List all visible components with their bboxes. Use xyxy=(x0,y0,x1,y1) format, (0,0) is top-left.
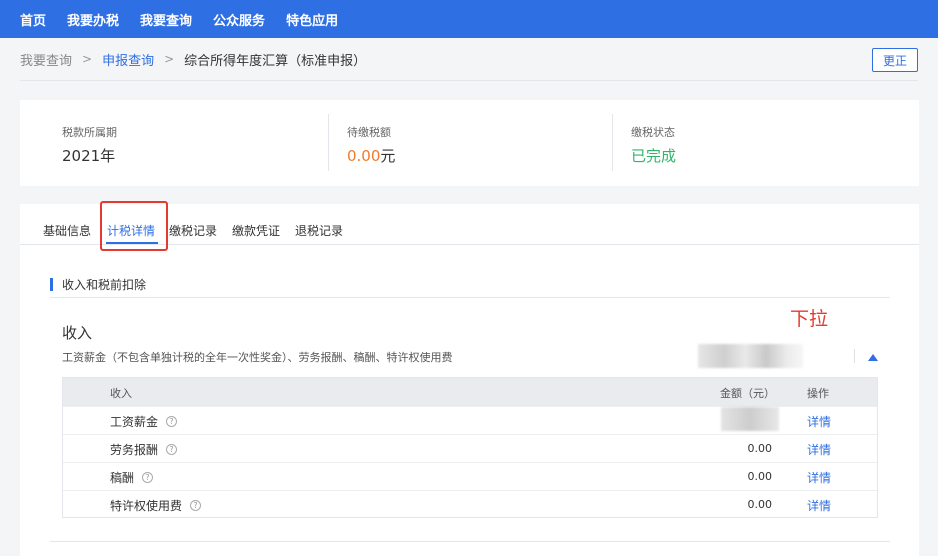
divider xyxy=(854,349,855,363)
detail-link[interactable]: 详情 xyxy=(807,441,831,458)
income-type-cell: 劳务报酬? xyxy=(110,441,178,458)
breadcrumb-item-query[interactable]: 我要查询 xyxy=(20,50,72,69)
help-icon[interactable]: ? xyxy=(166,416,178,427)
nav-item-tax-filing[interactable]: 我要办税 xyxy=(67,10,119,29)
scroll-down-annotation: 下拉 xyxy=(790,308,829,330)
summary-card: 税款所属期 2021年 待缴税额 0.00元 缴税状态 已完成 xyxy=(20,100,919,186)
section-marker xyxy=(50,278,53,291)
table-row: 工资薪金? 详情 xyxy=(63,406,877,434)
column-header-income: 收入 xyxy=(110,387,132,400)
divider xyxy=(50,541,890,542)
table-row: 劳务报酬? 0.00 详情 xyxy=(63,434,877,462)
divider xyxy=(612,114,613,171)
amount-cell: 0.00 xyxy=(747,498,773,511)
section-title: 收入和税前扣除 xyxy=(62,278,147,292)
nav-item-query[interactable]: 我要查询 xyxy=(140,10,192,29)
tax-due-label: 待缴税额 xyxy=(347,126,391,139)
breadcrumb-item-declaration-query[interactable]: 申报查询 xyxy=(102,50,154,69)
period-label: 税款所属期 xyxy=(62,126,117,139)
tab-basic-info[interactable]: 基础信息 xyxy=(43,222,91,239)
income-type-cell: 工资薪金? xyxy=(110,413,178,430)
nav-item-featured-apps[interactable]: 特色应用 xyxy=(286,10,338,29)
divider xyxy=(50,297,890,298)
chevron-right-icon: > xyxy=(164,52,175,66)
chevron-right-icon: > xyxy=(82,52,93,66)
tax-due-amount: 0.00 xyxy=(347,147,381,165)
income-type-label: 劳务报酬 xyxy=(110,443,159,457)
help-icon[interactable]: ? xyxy=(142,472,154,483)
tab-refund-records[interactable]: 退税记录 xyxy=(295,222,343,239)
detail-link[interactable]: 详情 xyxy=(807,469,831,486)
detail-link[interactable]: 详情 xyxy=(807,497,831,514)
income-description: 工资薪金（不包含单独计税的全年一次性奖金）、劳务报酬、稿酬、特许权使用费 xyxy=(62,351,453,364)
collapse-icon[interactable] xyxy=(867,352,879,362)
income-type-label: 特许权使用费 xyxy=(110,499,183,513)
period-value: 2021年 xyxy=(62,147,116,165)
highlight-box xyxy=(100,201,168,251)
tab-payment-vouchers[interactable]: 缴款凭证 xyxy=(232,222,280,239)
column-header-amount: 金额（元） xyxy=(720,387,775,400)
amount-cell: 0.00 xyxy=(747,442,773,455)
status-value: 已完成 xyxy=(631,147,677,165)
help-icon[interactable]: ? xyxy=(190,500,202,511)
redacted-total xyxy=(698,344,803,368)
details-card: 基础信息 计税详情 缴税记录 缴款凭证 退税记录 收入和税前扣除 下拉 收入 工… xyxy=(20,201,919,556)
amount-cell: 0.00 xyxy=(747,470,773,483)
section-header: 收入和税前扣除 xyxy=(50,277,146,292)
status-label: 缴税状态 xyxy=(631,126,675,139)
breadcrumb: 我要查询 > 申报查询 > 综合所得年度汇算（标准申报） 更正 xyxy=(20,38,918,81)
help-icon[interactable]: ? xyxy=(166,444,178,455)
tab-bar: 基础信息 计税详情 缴税记录 缴款凭证 退税记录 xyxy=(20,201,919,251)
table-row: 特许权使用费? 0.00 详情 xyxy=(63,490,877,518)
correct-button[interactable]: 更正 xyxy=(872,48,918,72)
nav-item-home[interactable]: 首页 xyxy=(20,10,46,29)
income-title: 收入 xyxy=(62,324,93,342)
detail-link[interactable]: 详情 xyxy=(807,413,831,430)
table-row: 稿酬? 0.00 详情 xyxy=(63,462,877,490)
tab-payment-records[interactable]: 缴税记录 xyxy=(169,222,217,239)
breadcrumb-item-current: 综合所得年度汇算（标准申报） xyxy=(184,53,367,69)
divider xyxy=(328,114,329,171)
nav-item-public-service[interactable]: 公众服务 xyxy=(213,10,265,29)
tax-due-value: 0.00元 xyxy=(347,145,395,166)
income-type-label: 稿酬 xyxy=(110,471,135,485)
top-navigation: 首页 我要办税 我要查询 公众服务 特色应用 xyxy=(0,0,938,38)
redacted-amount xyxy=(721,407,779,431)
column-header-action: 操作 xyxy=(807,387,829,400)
table-header: 收入 金额（元） 操作 xyxy=(63,378,877,406)
income-table: 收入 金额（元） 操作 工资薪金? 详情 劳务报酬? 0.00 详情 稿酬? 0… xyxy=(62,377,878,518)
income-type-cell: 稿酬? xyxy=(110,469,154,486)
income-type-label: 工资薪金 xyxy=(110,415,159,429)
tax-due-unit: 元 xyxy=(380,147,396,165)
income-type-cell: 特许权使用费? xyxy=(110,497,202,514)
